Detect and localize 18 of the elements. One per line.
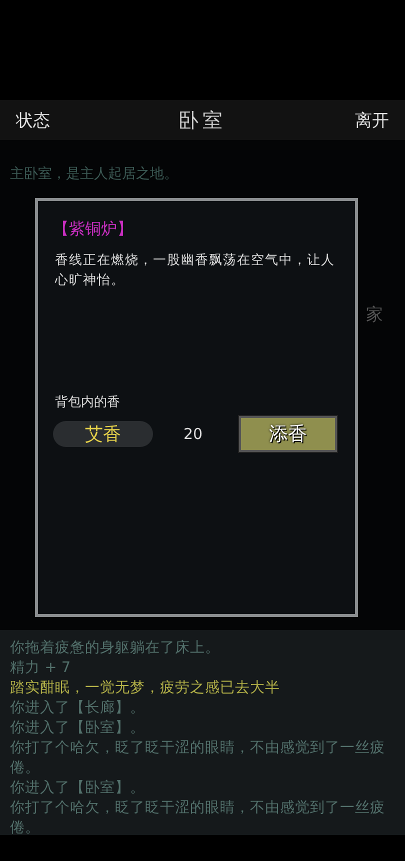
room-title: 卧室	[178, 106, 226, 134]
section-label: 背包内的香	[55, 394, 120, 411]
status-button[interactable]: 状态	[16, 108, 50, 132]
log-line: 你进入了【长廊】。	[10, 698, 146, 718]
log-line: 你进入了【卧室】。	[10, 778, 146, 798]
log-line: 精力 + 7	[10, 659, 72, 678]
log-line: 你拖着疲惫的身躯躺在了床上。	[10, 638, 221, 658]
log-line: 你进入了【卧室】。	[10, 718, 146, 738]
dialog-title: 【紫铜炉】	[53, 219, 133, 240]
incense-count: 20	[182, 425, 204, 443]
log-line: 踏实酣眠，一觉无梦，疲劳之感已去大半	[10, 678, 281, 698]
log-line: 你打了个哈欠，眨了眨干涩的眼睛，不由感觉到了一丝疲倦。	[10, 739, 386, 778]
room-description: 主卧室，是主人起居之地。	[10, 165, 178, 183]
dialog-description: 香线正在燃烧，一股幽香飘荡在空气中，让人心旷神怡。	[55, 252, 336, 290]
background-label: 家	[366, 304, 383, 326]
incense-name: 艾香	[53, 421, 153, 447]
log-line: 你打了个哈欠，眨了眨干涩的眼睛，不由感觉到了一丝疲倦。	[10, 799, 386, 838]
leave-button[interactable]: 离开	[355, 108, 389, 132]
